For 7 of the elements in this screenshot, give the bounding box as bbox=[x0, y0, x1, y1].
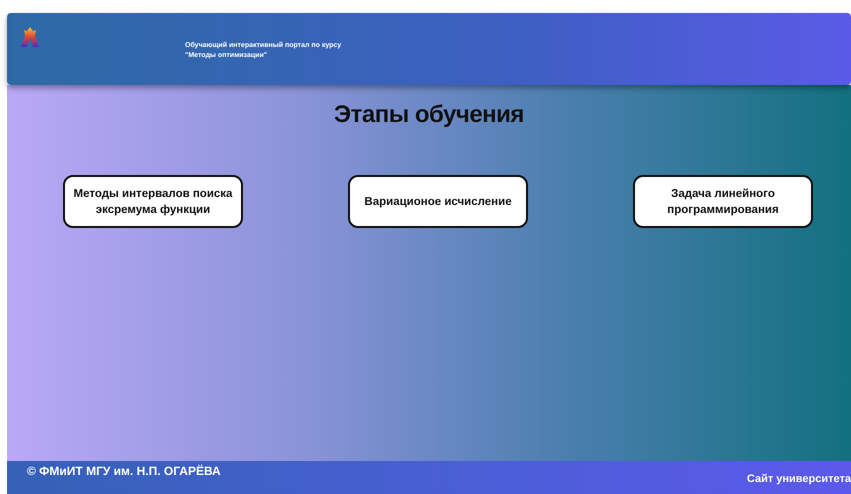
university-link[interactable]: Сайт университета bbox=[746, 473, 851, 485]
logo-icon bbox=[20, 26, 40, 48]
stage-button[interactable]: Задача линейного программирования bbox=[633, 175, 813, 228]
page-heading: Этапы обучения bbox=[334, 101, 524, 129]
copyright-text: © ФМиИТ МГУ им. Н.П. ОГАРЁВА bbox=[27, 464, 221, 478]
stage-button[interactable]: Вариационое исчисление bbox=[348, 175, 528, 228]
stage-button[interactable]: Методы интервалов поиска эксремума функции bbox=[63, 175, 243, 228]
